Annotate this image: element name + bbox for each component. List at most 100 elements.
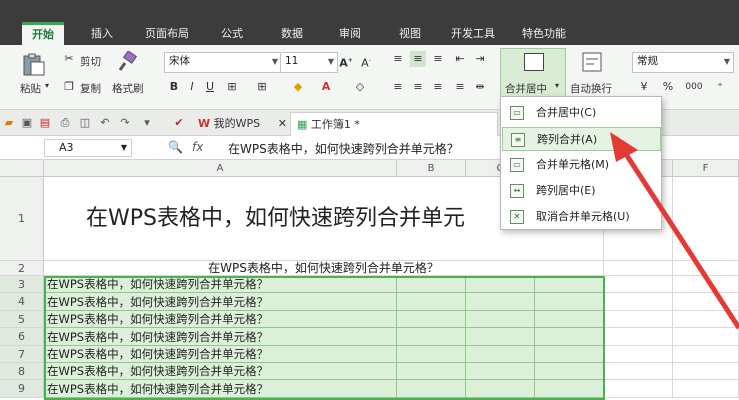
menu-bar: 开始 插入 页面布局 公式 数据 审阅 视图 开发工具 特色功能 <box>0 0 739 48</box>
folder-icon[interactable]: ▰ <box>2 116 16 130</box>
formula-input[interactable]: 在WPS表格中，如何快速跨列合并单元格？ <box>228 140 459 157</box>
customize-chevron-icon[interactable]: ▾ <box>140 116 154 130</box>
export-pdf-icon[interactable]: ▤ <box>38 116 52 130</box>
tab-view[interactable]: 视图 <box>388 22 432 45</box>
tab-data[interactable]: 数据 <box>270 22 314 45</box>
justify-icon[interactable]: ≡ <box>452 79 468 95</box>
fill-color-icon[interactable]: ◆ <box>290 79 306 95</box>
align-top-icon[interactable]: ≡ <box>390 51 406 67</box>
print-preview-icon[interactable]: ◫ <box>78 116 92 130</box>
cut-icon[interactable]: ✂ <box>62 52 76 65</box>
indent-decrease-icon[interactable]: ⇤ <box>452 51 468 67</box>
grid-cell[interactable] <box>673 363 739 380</box>
font-size-select[interactable]: 11 ▼ <box>280 52 338 73</box>
select-all-corner[interactable] <box>0 160 44 177</box>
row-header[interactable]: 1 <box>0 177 44 261</box>
tab-developer[interactable]: 开发工具 <box>444 22 502 45</box>
column-header-b[interactable]: B <box>397 160 466 177</box>
grid-cell[interactable] <box>673 328 739 346</box>
indent-increase-icon[interactable]: ⇥ <box>472 51 488 67</box>
save-icon[interactable]: ▣ <box>20 116 34 130</box>
align-center-icon[interactable]: ≡ <box>410 79 426 95</box>
row-header[interactable]: 2 <box>0 261 44 276</box>
format-painter-icon[interactable] <box>116 50 138 73</box>
row-header[interactable]: 8 <box>0 363 44 380</box>
row-header[interactable]: 7 <box>0 346 44 363</box>
tab-insert[interactable]: 插入 <box>80 22 124 45</box>
number-format-value: 常规 <box>637 55 658 67</box>
chevron-down-icon: ▼ <box>271 57 278 66</box>
decrease-font-icon[interactable]: A- <box>358 53 374 70</box>
tab-my-wps[interactable]: W 我的WPS ✕ <box>192 112 293 135</box>
shading-icon[interactable]: ⊞ <box>254 79 270 95</box>
tab-workbook1[interactable]: ▦ 工作簿1 * <box>290 112 498 136</box>
grid-cell[interactable] <box>604 328 673 346</box>
align-left-icon[interactable]: ≡ <box>390 79 406 95</box>
merge-cells-icon: ▭ <box>510 158 524 172</box>
merge-center-icon <box>524 53 544 71</box>
row2-subtitle-cell[interactable]: 在WPS表格中，如何快速跨列合并单元格？ <box>44 261 604 276</box>
zoom-formula-icon[interactable]: 🔍 <box>168 140 183 154</box>
align-right-icon[interactable]: ≡ <box>430 79 446 95</box>
wrap-text-icon[interactable] <box>580 51 604 73</box>
menu-item-merge-center[interactable]: ▭ 合并居中(C) <box>502 101 661 125</box>
pin-icon[interactable]: ✔ <box>172 116 186 130</box>
paste-chevron-icon[interactable]: ▾ <box>45 81 49 90</box>
grid-cell[interactable] <box>604 363 673 380</box>
selection-outline <box>44 276 605 400</box>
merge-center-button[interactable]: 合并居中 ▾ <box>500 48 566 98</box>
menu-item-label: 跨列居中(E) <box>536 184 596 197</box>
paste-button[interactable]: 粘贴 <box>20 81 41 96</box>
thousands-button[interactable]: 000 <box>682 79 706 95</box>
chevron-down-icon: ▼ <box>723 57 730 66</box>
row-header[interactable]: 4 <box>0 293 44 311</box>
align-middle-icon[interactable]: ≡ <box>410 51 426 67</box>
print-icon[interactable]: ⎙ <box>58 116 72 130</box>
number-format-select[interactable]: 常规 ▼ <box>632 52 734 73</box>
tab-formulas[interactable]: 公式 <box>210 22 254 45</box>
borders-icon[interactable]: ⊞ <box>224 79 240 95</box>
bold-icon[interactable]: B <box>166 79 182 95</box>
copy-icon[interactable]: ❐ <box>62 80 76 93</box>
font-name-select[interactable]: 宋体 ▼ <box>164 52 282 73</box>
font-name-value: 宋体 <box>169 55 190 67</box>
wps-logo-icon: W <box>198 117 211 130</box>
close-icon[interactable]: ✕ <box>278 112 287 135</box>
decimal-icon[interactable]: ⁺ <box>712 79 728 95</box>
fx-button[interactable]: fx <box>192 140 203 154</box>
row-header[interactable]: 3 <box>0 276 44 293</box>
grid-cell[interactable] <box>604 380 673 398</box>
cut-button[interactable]: 剪切 <box>80 54 101 69</box>
increase-font-icon[interactable]: A+ <box>338 53 354 70</box>
column-header-a[interactable]: A <box>44 160 397 177</box>
tab-page-layout[interactable]: 页面布局 <box>138 22 196 45</box>
font-color-icon[interactable]: A <box>318 79 334 95</box>
grid-cell[interactable] <box>604 346 673 363</box>
tab-special-features[interactable]: 特色功能 <box>514 22 574 45</box>
align-bottom-icon[interactable]: ≡ <box>430 51 446 67</box>
underline-icon[interactable]: U <box>202 79 218 95</box>
copy-button[interactable]: 复制 <box>80 81 101 96</box>
name-box[interactable]: A3 ▼ <box>44 139 132 157</box>
sheet-icon: ▦ <box>297 118 308 131</box>
redo-icon[interactable]: ↷ <box>118 116 132 130</box>
row-header[interactable]: 9 <box>0 380 44 398</box>
wrap-text-button[interactable]: 自动换行 <box>570 81 612 96</box>
paste-icon[interactable] <box>20 53 46 77</box>
font-size-value: 11 <box>285 55 299 67</box>
format-painter-button[interactable]: 格式刷 <box>112 81 144 96</box>
grid-cell[interactable] <box>673 380 739 398</box>
menu-item-label: 跨列合并(A) <box>537 133 598 146</box>
grid-cell[interactable] <box>673 346 739 363</box>
percent-button[interactable]: % <box>660 79 676 95</box>
italic-icon[interactable]: I <box>184 79 200 95</box>
row-header[interactable]: 6 <box>0 328 44 346</box>
annotation-arrow <box>610 132 739 330</box>
currency-icon[interactable]: ¥ <box>636 79 652 95</box>
tab-review[interactable]: 审阅 <box>328 22 372 45</box>
clear-format-icon[interactable]: ◇ <box>352 79 368 95</box>
menu-item-label: 合并单元格(M) <box>536 158 610 171</box>
distributed-icon[interactable]: ⇹ <box>472 79 488 95</box>
row-header[interactable]: 5 <box>0 311 44 328</box>
undo-icon[interactable]: ↶ <box>98 116 112 130</box>
